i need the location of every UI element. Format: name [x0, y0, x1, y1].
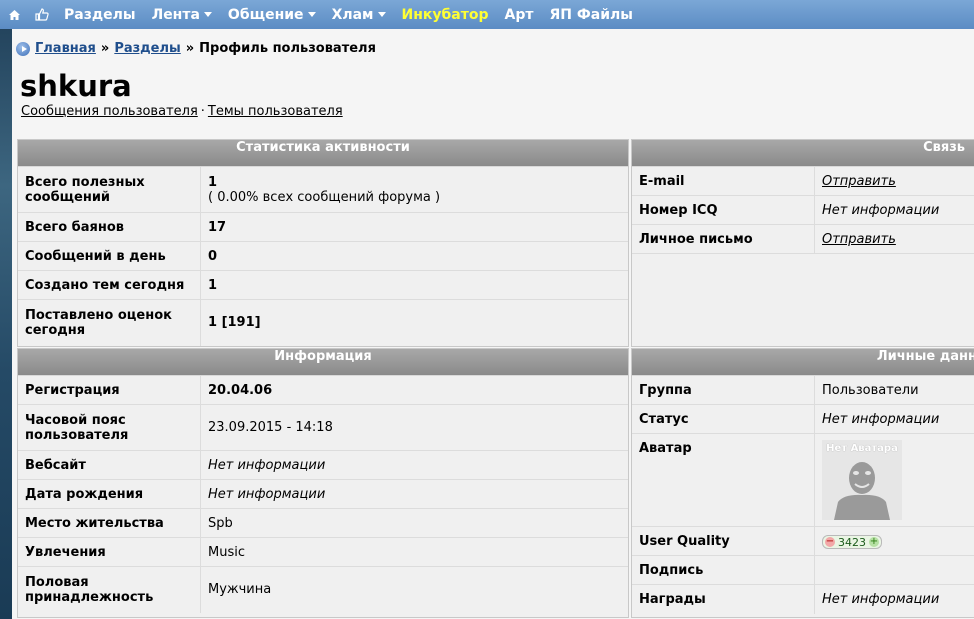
information-panel-title: Информация	[18, 349, 628, 376]
personal-value: Пользователи	[814, 375, 974, 405]
personal-label: Аватар	[632, 433, 815, 527]
link-separator: ·	[200, 104, 205, 119]
user-quality-cell: − 3423 +	[814, 526, 974, 556]
user-quality-widget: − 3423 +	[822, 535, 882, 549]
nav-item-communication[interactable]: Общение	[220, 0, 324, 29]
main-content: Главная » Разделы » Профиль пользователя…	[12, 29, 974, 619]
nav-item-sections[interactable]: Разделы	[56, 0, 144, 29]
stat-label: Поставлено оценок сегодня	[18, 299, 201, 346]
user-messages-link[interactable]: Сообщения пользователя	[21, 104, 198, 119]
stat-label: Сообщений в день	[18, 241, 201, 271]
avatar: Нет Аватара	[822, 440, 902, 520]
personal-label: Группа	[632, 375, 815, 405]
breadcrumb: Главная » Разделы » Профиль пользователя	[16, 41, 376, 56]
contact-value: Отправить	[814, 166, 974, 196]
nav-item-files[interactable]: ЯП Файлы	[542, 0, 641, 29]
breadcrumb-separator: »	[185, 41, 195, 56]
contact-label: E-mail	[632, 166, 815, 196]
personal-label: Награды	[632, 584, 815, 614]
minus-icon[interactable]: −	[825, 537, 835, 547]
info-label: Половая принадлежность	[18, 566, 201, 613]
personal-label: User Quality	[632, 526, 815, 556]
info-label: Место жительства	[18, 508, 201, 538]
info-label: Увлечения	[18, 537, 201, 567]
info-label: Вебсайт	[18, 450, 201, 480]
nav-item-art[interactable]: Арт	[497, 0, 542, 29]
nav-item-feed[interactable]: Лента	[144, 0, 220, 29]
avatar-cell: Нет Аватара	[814, 433, 974, 527]
activity-panel: Статистика активности Всего полезных соо…	[17, 139, 629, 347]
contact-label: Личное письмо	[632, 224, 815, 254]
info-value: 23.09.2015 - 14:18	[200, 404, 628, 451]
nav-item-junk[interactable]: Хлам	[324, 0, 394, 29]
stat-label: Всего баянов	[18, 212, 201, 242]
info-value: Нет информации	[200, 479, 628, 509]
stat-value: 1 ( 0.00% всех сообщений форума )	[200, 166, 628, 213]
awards-value: Нет информации	[822, 591, 940, 607]
user-quality-value: 3423	[838, 535, 866, 549]
nav-item-incubator[interactable]: Инкубатор	[394, 0, 497, 29]
useful-posts-percent: ( 0.00% всех сообщений форума )	[208, 190, 441, 205]
contact-panel: Связь E-mail Отправить Номер ICQ Нет инф…	[631, 139, 974, 347]
personal-value: Нет информации	[814, 404, 974, 434]
stat-value: 17	[200, 212, 628, 242]
contact-value: Нет информации	[814, 195, 974, 225]
info-value: Нет информации	[200, 450, 628, 480]
plus-icon[interactable]: +	[869, 537, 879, 547]
info-value: 20.04.06	[200, 375, 628, 405]
personal-panel-title: Личные данн	[632, 349, 974, 376]
useful-posts-count: 1	[208, 175, 218, 190]
profile-links: Сообщения пользователя · Темы пользователя	[21, 104, 343, 119]
stat-label: Всего полезных сообщений	[18, 166, 201, 213]
chevron-down-icon	[377, 12, 386, 17]
contact-value: Отправить	[814, 224, 974, 254]
breadcrumb-sections-link[interactable]: Разделы	[114, 41, 180, 56]
info-value: Music	[200, 537, 628, 567]
breadcrumb-separator: »	[100, 41, 110, 56]
breadcrumb-home-link[interactable]: Главная	[35, 41, 96, 56]
info-value: Spb	[200, 508, 628, 538]
breadcrumb-arrow-icon	[16, 41, 30, 56]
personal-label: Статус	[632, 404, 815, 434]
profile-username: shkura	[20, 69, 132, 103]
stat-value: 1 [191]	[208, 315, 261, 331]
info-value: Мужчина	[208, 582, 272, 598]
info-label: Часовой пояс пользователя	[18, 404, 201, 451]
chevron-down-icon	[307, 12, 316, 17]
page-background	[0, 0, 12, 619]
stat-label: Создано тем сегодня	[18, 270, 201, 300]
home-icon[interactable]	[0, 0, 28, 29]
info-label: Дата рождения	[18, 479, 201, 509]
activity-panel-title: Статистика активности	[18, 140, 628, 167]
stat-value: 1	[200, 270, 628, 300]
contact-panel-title: Связь	[632, 140, 974, 167]
personal-label: Подпись	[632, 555, 815, 585]
breadcrumb-current: Профиль пользователя	[199, 41, 376, 56]
thumbs-up-icon[interactable]	[28, 0, 56, 29]
personal-data-panel: Личные данн Группа Пользователи Статус Н…	[631, 348, 974, 618]
stat-value: 0	[200, 241, 628, 271]
chevron-down-icon	[203, 12, 212, 17]
send-email-link[interactable]: Отправить	[822, 174, 896, 189]
top-navigation-bar: Разделы Лента Общение Хлам Инкубатор Арт…	[0, 0, 974, 29]
contact-label: Номер ICQ	[632, 195, 815, 225]
user-topics-link[interactable]: Темы пользователя	[208, 104, 343, 119]
info-label: Регистрация	[18, 375, 201, 405]
send-private-message-link[interactable]: Отправить	[822, 232, 896, 247]
avatar-placeholder-text: Нет Аватара	[826, 443, 898, 454]
signature-value	[814, 555, 974, 585]
information-panel: Информация Регистрация 20.04.06 Часовой …	[17, 348, 629, 618]
